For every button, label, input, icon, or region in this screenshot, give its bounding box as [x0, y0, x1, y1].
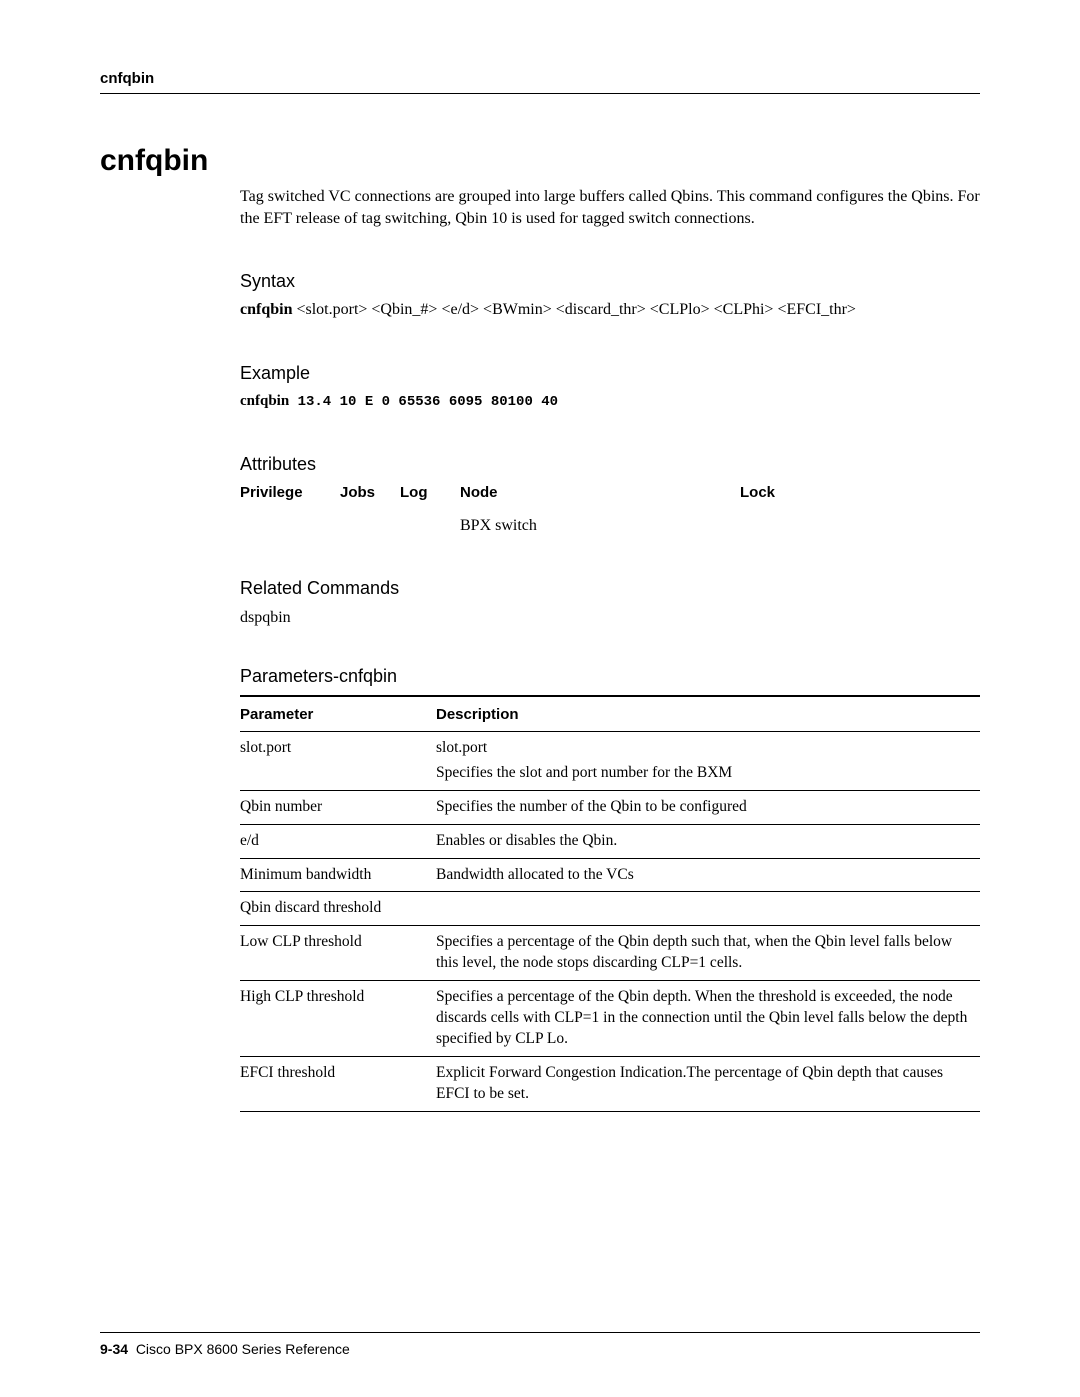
table-row: EFCI thresholdExplicit Forward Congestio… — [240, 1056, 980, 1111]
param-description: Specifies a percentage of the Qbin depth… — [436, 926, 980, 981]
param-name: slot.port — [240, 731, 436, 790]
table-row: Low CLP thresholdSpecifies a percentage … — [240, 926, 980, 981]
related-heading: Related Commands — [240, 576, 980, 600]
attr-value-lock — [740, 515, 860, 537]
top-rule — [100, 93, 980, 94]
attr-value-privilege — [240, 515, 340, 537]
example-heading: Example — [240, 361, 980, 385]
example-line: cnfqbin 13.4 10 E 0 65536 6095 80100 40 — [240, 391, 980, 412]
param-description: Explicit Forward Congestion Indication.T… — [436, 1056, 980, 1111]
attr-value-log — [400, 515, 460, 537]
book-title: Cisco BPX 8600 Series Reference — [136, 1341, 350, 1357]
table-row: slot.portslot.portSpecifies the slot and… — [240, 731, 980, 790]
attr-header-lock: Lock — [740, 483, 860, 503]
attributes-header-row: Privilege Jobs Log Node Lock — [240, 483, 980, 503]
attributes-value-row: BPX switch — [240, 515, 980, 537]
page-footer: 9-34 Cisco BPX 8600 Series Reference — [100, 1332, 980, 1357]
param-name: Qbin number — [240, 790, 436, 824]
param-name: Low CLP threshold — [240, 926, 436, 981]
param-description — [436, 892, 980, 926]
param-description: Specifies a percentage of the Qbin depth… — [436, 981, 980, 1057]
parameters-heading: Parameters-cnfqbin — [240, 664, 980, 688]
running-head: cnfqbin — [100, 70, 980, 87]
attributes-heading: Attributes — [240, 452, 980, 476]
table-row: Minimum bandwidthBandwidth allocated to … — [240, 858, 980, 892]
param-col-header-parameter: Parameter — [240, 699, 436, 732]
related-commands: dspqbin — [240, 607, 980, 629]
param-name: e/d — [240, 824, 436, 858]
attr-value-jobs — [340, 515, 400, 537]
param-name: Qbin discard threshold — [240, 892, 436, 926]
attr-header-jobs: Jobs — [340, 483, 400, 503]
param-name: EFCI threshold — [240, 1056, 436, 1111]
table-row: Qbin numberSpecifies the number of the Q… — [240, 790, 980, 824]
syntax-line: cnfqbin <slot.port> <Qbin_#> <e/d> <BWmi… — [240, 299, 980, 321]
example-command: cnfqbin — [240, 393, 289, 409]
attr-value-node: BPX switch — [460, 515, 740, 537]
parameters-table: Parameter Description slot.portslot.port… — [240, 699, 980, 1112]
syntax-heading: Syntax — [240, 269, 980, 293]
table-row: High CLP thresholdSpecifies a percentage… — [240, 981, 980, 1057]
param-description: Bandwidth allocated to the VCs — [436, 858, 980, 892]
intro-paragraph: Tag switched VC connections are grouped … — [240, 186, 980, 229]
example-args: 13.4 10 E 0 65536 6095 80100 40 — [289, 394, 558, 410]
attr-header-node: Node — [460, 483, 740, 503]
param-description: Specifies the number of the Qbin to be c… — [436, 790, 980, 824]
attr-header-privilege: Privilege — [240, 483, 340, 503]
page-number: 9-34 — [100, 1341, 128, 1357]
syntax-command: cnfqbin — [240, 301, 292, 318]
param-description: slot.portSpecifies the slot and port num… — [436, 731, 980, 790]
table-row: e/dEnables or disables the Qbin. — [240, 824, 980, 858]
param-name: Minimum bandwidth — [240, 858, 436, 892]
param-col-header-description: Description — [436, 699, 980, 732]
param-description: Enables or disables the Qbin. — [436, 824, 980, 858]
command-title: cnfqbin — [100, 144, 980, 178]
attr-header-log: Log — [400, 483, 460, 503]
syntax-args: <slot.port> <Qbin_#> <e/d> <BWmin> <disc… — [292, 301, 855, 318]
table-row: Qbin discard threshold — [240, 892, 980, 926]
param-name: High CLP threshold — [240, 981, 436, 1057]
